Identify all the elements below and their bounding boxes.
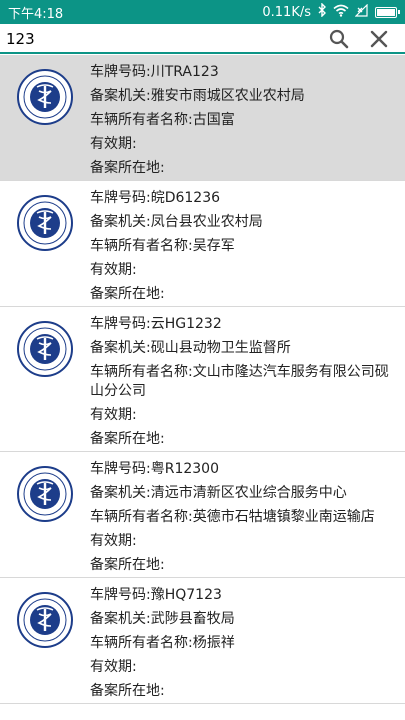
item-details: 车牌号码:云HG1232 备案机关:砚山县动物卫生监督所 车辆所有者名称:文山市…: [90, 307, 405, 451]
status-time: 下午4:18: [8, 6, 64, 22]
emblem-logo: [0, 578, 90, 703]
emblem-logo: [0, 307, 90, 451]
clear-icon[interactable]: [359, 24, 399, 54]
vehicle-owner: 车辆所有者名称:英德市石牯塘镇黎业南运输店: [90, 508, 375, 525]
filing-location: 备案所在地:: [90, 682, 165, 699]
list-item[interactable]: 车牌号码:云HG1232 备案机关:砚山县动物卫生监督所 车辆所有者名称:文山市…: [0, 307, 405, 452]
validity-period: 有效期:: [90, 261, 137, 278]
list-item[interactable]: 车牌号码:皖D61236 备案机关:凤台县农业农村局 车辆所有者名称:吴存军 有…: [0, 181, 405, 307]
plate-number: 车牌号码:川TRA123: [90, 63, 219, 80]
filing-authority: 备案机关:清远市清新区农业综合服务中心: [90, 484, 347, 501]
status-icons: 0.11K/s: [262, 2, 400, 21]
search-input[interactable]: [6, 26, 319, 52]
vehicle-owner: 车辆所有者名称:古国富: [90, 111, 235, 128]
search-bar: [0, 24, 405, 54]
plate-number: 车牌号码:豫HQ7123: [90, 586, 222, 603]
list-item[interactable]: 车牌号码:川TRA123 备案机关:雅安市雨城区农业农村局 车辆所有者名称:古国…: [0, 55, 405, 181]
status-bar: 下午4:18 0.11K/s: [0, 0, 405, 24]
bluetooth-icon: [317, 2, 327, 21]
signal-x-icon: [354, 3, 369, 21]
validity-period: 有效期:: [90, 532, 137, 549]
filing-authority: 备案机关:雅安市雨城区农业农村局: [90, 87, 305, 104]
filing-location: 备案所在地:: [90, 556, 165, 573]
item-details: 车牌号码:粤R12300 备案机关:清远市清新区农业综合服务中心 车辆所有者名称…: [90, 452, 405, 577]
net-speed: 0.11K/s: [262, 4, 311, 20]
filing-authority: 备案机关:凤台县农业农村局: [90, 213, 263, 230]
item-details: 车牌号码:皖D61236 备案机关:凤台县农业农村局 车辆所有者名称:吴存军 有…: [90, 181, 405, 306]
plate-number: 车牌号码:云HG1232: [90, 315, 222, 332]
list-item[interactable]: 车牌号码:粤R12300 备案机关:清远市清新区农业综合服务中心 车辆所有者名称…: [0, 452, 405, 578]
list-item[interactable]: 车牌号码:豫HQ7123 备案机关:武陟县畜牧局 车辆所有者名称:杨振祥 有效期…: [0, 578, 405, 704]
validity-period: 有效期:: [90, 135, 137, 152]
vehicle-owner: 车辆所有者名称:文山市隆达汽车服务有限公司砚山分公司: [90, 363, 389, 399]
vehicle-owner: 车辆所有者名称:杨振祥: [90, 634, 235, 651]
battery-icon: [375, 6, 400, 18]
filing-location: 备案所在地:: [90, 285, 165, 302]
emblem-logo: [0, 181, 90, 306]
plate-number: 车牌号码:粤R12300: [90, 460, 219, 477]
item-details: 车牌号码:川TRA123 备案机关:雅安市雨城区农业农村局 车辆所有者名称:古国…: [90, 55, 405, 180]
search-icon[interactable]: [319, 24, 359, 54]
validity-period: 有效期:: [90, 406, 137, 423]
result-list: 车牌号码:川TRA123 备案机关:雅安市雨城区农业农村局 车辆所有者名称:古国…: [0, 55, 405, 704]
emblem-logo: [0, 55, 90, 180]
filing-authority: 备案机关:砚山县动物卫生监督所: [90, 339, 291, 356]
plate-number: 车牌号码:皖D61236: [90, 189, 221, 206]
filing-location: 备案所在地:: [90, 159, 165, 176]
wifi-icon: [333, 4, 349, 21]
filing-location: 备案所在地:: [90, 430, 165, 447]
filing-authority: 备案机关:武陟县畜牧局: [90, 610, 235, 627]
emblem-logo: [0, 452, 90, 577]
validity-period: 有效期:: [90, 658, 137, 675]
vehicle-owner: 车辆所有者名称:吴存军: [90, 237, 235, 254]
item-details: 车牌号码:豫HQ7123 备案机关:武陟县畜牧局 车辆所有者名称:杨振祥 有效期…: [90, 578, 405, 703]
